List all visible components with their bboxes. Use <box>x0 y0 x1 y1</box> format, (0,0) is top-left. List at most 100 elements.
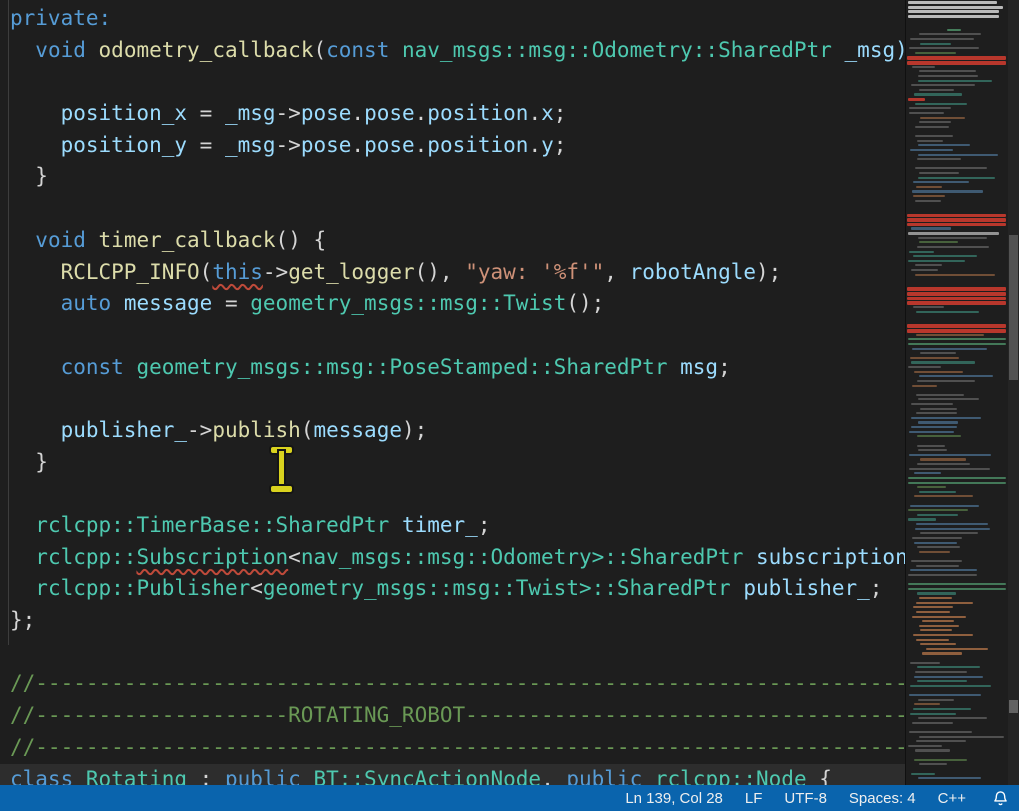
code-line[interactable] <box>10 193 905 225</box>
code-token: , <box>541 767 566 786</box>
minimap-row <box>915 103 966 105</box>
code-token: pose <box>301 133 352 157</box>
code-token: } <box>10 450 48 474</box>
minimap-row <box>908 509 967 511</box>
scrollbar-marker <box>1009 700 1018 713</box>
code-line[interactable] <box>10 637 905 669</box>
minimap-row <box>918 449 947 451</box>
code-line[interactable]: } <box>10 447 905 479</box>
scrollbar-track[interactable] <box>1008 0 1019 785</box>
scrollbar-thumb[interactable] <box>1009 235 1018 380</box>
minimap-row <box>918 717 988 719</box>
code-line[interactable]: position_y = _msg->pose.pose.position.y; <box>10 130 905 162</box>
code-line[interactable]: const geometry_msgs::msg::PoseStamped::S… <box>10 352 905 384</box>
code-line[interactable]: rclcpp::TimerBase::SharedPtr timer_; <box>10 510 905 542</box>
code-token: : <box>187 767 225 786</box>
minimap-row <box>908 10 999 13</box>
code-token: x <box>541 101 554 125</box>
code-line[interactable] <box>10 478 905 510</box>
status-cursor-position[interactable]: Ln 139, Col 28 <box>625 790 723 807</box>
bell-icon[interactable] <box>992 790 1009 807</box>
code-token <box>389 38 402 62</box>
minimap-row <box>914 495 973 497</box>
code-area: private: void odometry_callback(const na… <box>10 3 905 785</box>
code-token: . <box>528 133 541 157</box>
code-line[interactable]: position_x = _msg->pose.pose.position.x; <box>10 98 905 130</box>
code-token: nav_msgs::msg::Odometry::SharedPtr <box>402 38 832 62</box>
status-encoding[interactable]: UTF-8 <box>784 790 827 807</box>
status-language-mode[interactable]: C++ <box>938 790 966 807</box>
minimap-row <box>914 472 941 474</box>
minimap-row <box>913 195 945 197</box>
code-token: (); <box>566 291 604 315</box>
minimap-row <box>908 343 1006 345</box>
code-token: message <box>313 418 402 442</box>
minimap-row <box>907 301 1006 305</box>
code-token: class <box>10 767 73 786</box>
code-line[interactable]: //--------------------ROTATING_ROBOT----… <box>10 700 905 732</box>
minimap-row <box>908 6 1003 9</box>
code-line[interactable]: class Rotating : public BT::SyncActionNo… <box>10 764 905 786</box>
minimap-row <box>917 140 943 142</box>
code-line[interactable]: RCLCPP_INFO(this->get_logger(), "yaw: '%… <box>10 257 905 289</box>
code-token <box>731 576 744 600</box>
minimap-row <box>917 380 976 382</box>
code-line[interactable]: private: <box>10 3 905 35</box>
minimap-row <box>907 297 1006 301</box>
code-token: geometry_msgs::msg::Twist <box>263 576 579 600</box>
code-line[interactable]: //--------------------------------------… <box>10 732 905 764</box>
minimap-row <box>911 560 962 562</box>
code-line[interactable]: auto message = geometry_msgs::msg::Twist… <box>10 288 905 320</box>
code-line[interactable]: }; <box>10 605 905 637</box>
indent-guide <box>8 0 9 645</box>
code-token: nav_msgs::msg::Odometry <box>301 545 592 569</box>
code-token: () { <box>276 228 327 252</box>
code-token: -> <box>263 260 288 284</box>
status-bar: Ln 139, Col 28 LF UTF-8 Spaces: 4 C++ <box>0 785 1019 811</box>
minimap-row <box>908 477 1006 479</box>
code-token: ; <box>554 133 567 157</box>
code-token: //--------------------ROTATING_ROBOT----… <box>10 703 905 727</box>
code-token <box>86 38 99 62</box>
code-line[interactable] <box>10 66 905 98</box>
minimap-row <box>907 214 1006 218</box>
code-token: -> <box>276 133 301 157</box>
minimap-row <box>913 181 969 183</box>
code-line[interactable]: void odometry_callback(const nav_msgs::m… <box>10 35 905 67</box>
code-token: y <box>541 133 554 157</box>
minimap-row <box>914 759 967 761</box>
status-indentation[interactable]: Spaces: 4 <box>849 790 916 807</box>
minimap-row <box>914 703 940 705</box>
minimap-row <box>908 15 999 18</box>
minimap-row <box>919 597 952 599</box>
code-token: position <box>427 101 528 125</box>
status-eol-sequence[interactable]: LF <box>745 790 763 807</box>
code-token: ( <box>200 260 213 284</box>
code-token: . <box>351 133 364 157</box>
code-line[interactable]: } <box>10 161 905 193</box>
minimap-row <box>917 158 962 160</box>
code-line[interactable]: rclcpp::Publisher<geometry_msgs::msg::Tw… <box>10 573 905 605</box>
code-line[interactable] <box>10 320 905 352</box>
code-line[interactable]: publisher_->publish(message); <box>10 415 905 447</box>
minimap-row <box>917 486 946 488</box>
code-editor[interactable]: private: void odometry_callback(const na… <box>0 0 905 785</box>
code-token: public <box>225 767 301 786</box>
minimap-row <box>917 435 961 437</box>
code-line[interactable]: rclcpp::Subscription<nav_msgs::msg::Odom… <box>10 542 905 574</box>
code-line[interactable]: //--------------------------------------… <box>10 668 905 700</box>
code-line[interactable] <box>10 383 905 415</box>
code-token: publisher_ <box>743 576 869 600</box>
minimap[interactable] <box>905 0 1009 785</box>
error-squiggle-token: Subscription <box>136 545 288 569</box>
minimap-row <box>909 112 944 114</box>
minimap-row <box>920 117 965 119</box>
code-token <box>111 291 124 315</box>
minimap-row <box>915 167 986 169</box>
minimap-row <box>913 255 977 257</box>
code-line[interactable]: void timer_callback() { <box>10 225 905 257</box>
code-token: message <box>124 291 213 315</box>
minimap-row <box>908 232 999 235</box>
minimap-row <box>907 56 1006 60</box>
code-token <box>10 418 61 442</box>
